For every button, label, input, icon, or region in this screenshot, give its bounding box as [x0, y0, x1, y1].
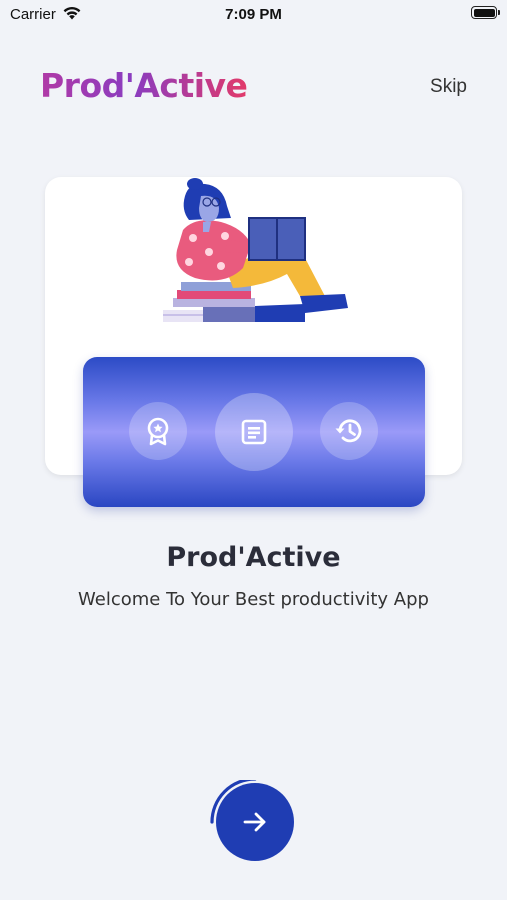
app-logo: Prod'Active: [40, 66, 248, 105]
reading-person-illustration: [163, 178, 348, 322]
history-icon: [335, 419, 362, 443]
status-bar: Carrier 7:09 PM: [0, 0, 507, 30]
achievements-button[interactable]: [129, 402, 187, 460]
feature-bar: [83, 357, 425, 507]
page-title: Prod'Active: [166, 542, 341, 573]
award-badge-icon: [147, 417, 169, 446]
history-button[interactable]: [320, 402, 378, 460]
battery-icon: [471, 6, 500, 19]
article-icon: [241, 419, 267, 445]
notes-button[interactable]: [215, 393, 293, 471]
arrow-right-icon: [243, 812, 266, 832]
clock: 7:09 PM: [225, 6, 282, 23]
next-button[interactable]: [216, 783, 294, 861]
next-button-wrapper: [202, 780, 296, 870]
skip-button[interactable]: Skip: [430, 76, 467, 98]
page-subtitle: Welcome To Your Best productivity App: [78, 589, 429, 610]
